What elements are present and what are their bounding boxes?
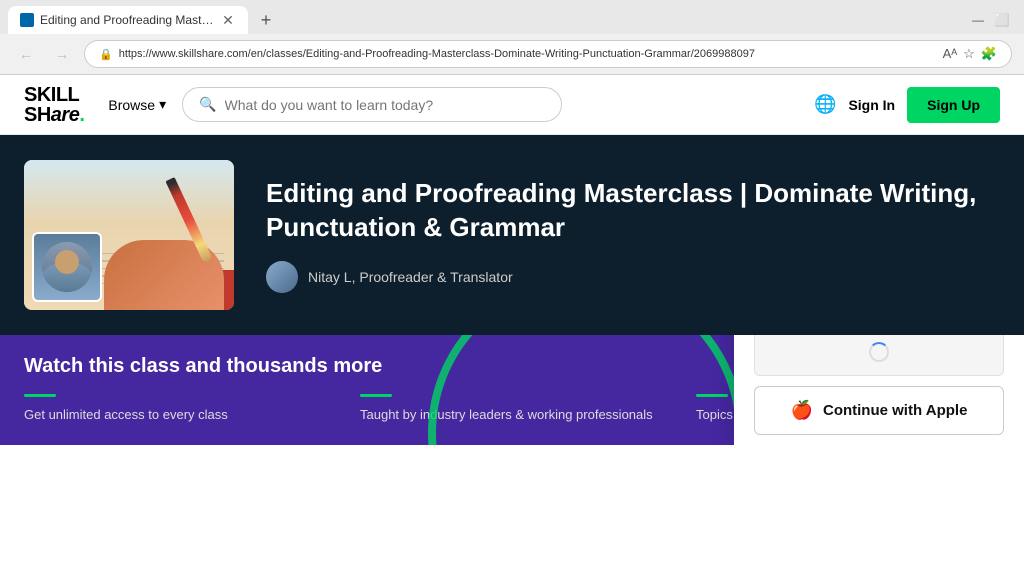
header-right: 🌐 Sign In Sign Up	[814, 87, 1000, 123]
hero-inset-image	[32, 232, 102, 302]
browser-chrome: Editing and Proofreading Maste… ✕ + — ⬜ …	[0, 0, 1024, 75]
lower-item-2: Taught by industry leaders & working pro…	[360, 394, 664, 425]
google-spinner-icon	[869, 342, 889, 362]
search-icon: 🔍	[199, 96, 216, 113]
lower-item-text-2: Taught by industry leaders & working pro…	[360, 405, 664, 425]
hero-main-image	[24, 160, 234, 310]
hero-section: Editing and Proofreading Masterclass | D…	[0, 135, 1024, 335]
lower-item-text-1: Get unlimited access to every class	[24, 405, 328, 425]
globe-icon[interactable]: 🌐	[814, 94, 836, 115]
logo-top: SKILL	[24, 85, 84, 105]
lower-item-bar-2	[360, 394, 392, 397]
apple-signup-button[interactable]: 🍎 Continue with Apple	[754, 386, 1004, 435]
sign-up-button[interactable]: Sign Up	[907, 87, 1000, 123]
skillshare-header: SKILL SHare. Browse ▾ 🔍 🌐 Sign In Sign U…	[0, 75, 1024, 135]
forward-button[interactable]: →	[48, 40, 76, 68]
reader-icon[interactable]: Aᴬ	[943, 46, 958, 62]
extensions-icon[interactable]: 🧩	[981, 46, 997, 62]
sign-in-button[interactable]: Sign In	[848, 97, 895, 113]
tab-close-button[interactable]: ✕	[220, 12, 236, 28]
tab-bar: Editing and Proofreading Maste… ✕ + — ⬜	[0, 0, 1024, 34]
lower-section: Watch this class and thousands more Get …	[0, 335, 1024, 445]
tab-title: Editing and Proofreading Maste…	[40, 13, 214, 27]
lower-item-1: Get unlimited access to every class	[24, 394, 328, 425]
course-title: Editing and Proofreading Masterclass | D…	[266, 177, 1000, 245]
signup-card: Get Started for Free f Continue with Fac…	[734, 335, 1024, 445]
logo-bottom: SHare.	[24, 105, 84, 125]
hero-images	[24, 160, 234, 310]
skillshare-logo[interactable]: SKILL SHare.	[24, 85, 84, 125]
author-avatar	[266, 261, 298, 293]
instructor-avatar-image	[34, 234, 100, 300]
search-input[interactable]	[225, 97, 546, 113]
lower-item-bar-3	[696, 394, 728, 397]
apple-icon: 🍎	[791, 400, 813, 421]
back-button[interactable]: ←	[12, 40, 40, 68]
window-controls: — ⬜	[972, 14, 1016, 26]
apple-label: Continue with Apple	[823, 402, 967, 419]
google-signup-button[interactable]	[754, 335, 1004, 376]
hero-content: Editing and Proofreading Masterclass | D…	[266, 177, 1000, 293]
maximize-button[interactable]: ⬜	[996, 14, 1008, 26]
chevron-down-icon: ▾	[159, 96, 166, 113]
skillshare-app: SKILL SHare. Browse ▾ 🔍 🌐 Sign In Sign U…	[0, 75, 1024, 445]
url-action-icons: Aᴬ ☆ 🧩	[943, 46, 997, 62]
bookmark-icon[interactable]: ☆	[963, 46, 975, 62]
author-name: Nitay L, Proofreader & Translator	[308, 269, 513, 285]
address-bar: ← → 🔒 https://www.skillshare.com/en/clas…	[0, 34, 1024, 74]
author-info: Nitay L, Proofreader & Translator	[266, 261, 1000, 293]
url-box[interactable]: 🔒 https://www.skillshare.com/en/classes/…	[84, 40, 1012, 68]
minimize-button[interactable]: —	[972, 14, 984, 26]
active-tab[interactable]: Editing and Proofreading Maste… ✕	[8, 6, 248, 34]
url-text: https://www.skillshare.com/en/classes/Ed…	[119, 48, 937, 60]
lower-item-bar-1	[24, 394, 56, 397]
search-box[interactable]: 🔍	[182, 87, 562, 122]
tab-favicon	[20, 13, 34, 27]
browse-button[interactable]: Browse ▾	[108, 96, 166, 113]
lock-icon: 🔒	[99, 48, 113, 61]
new-tab-button[interactable]: +	[252, 6, 280, 34]
